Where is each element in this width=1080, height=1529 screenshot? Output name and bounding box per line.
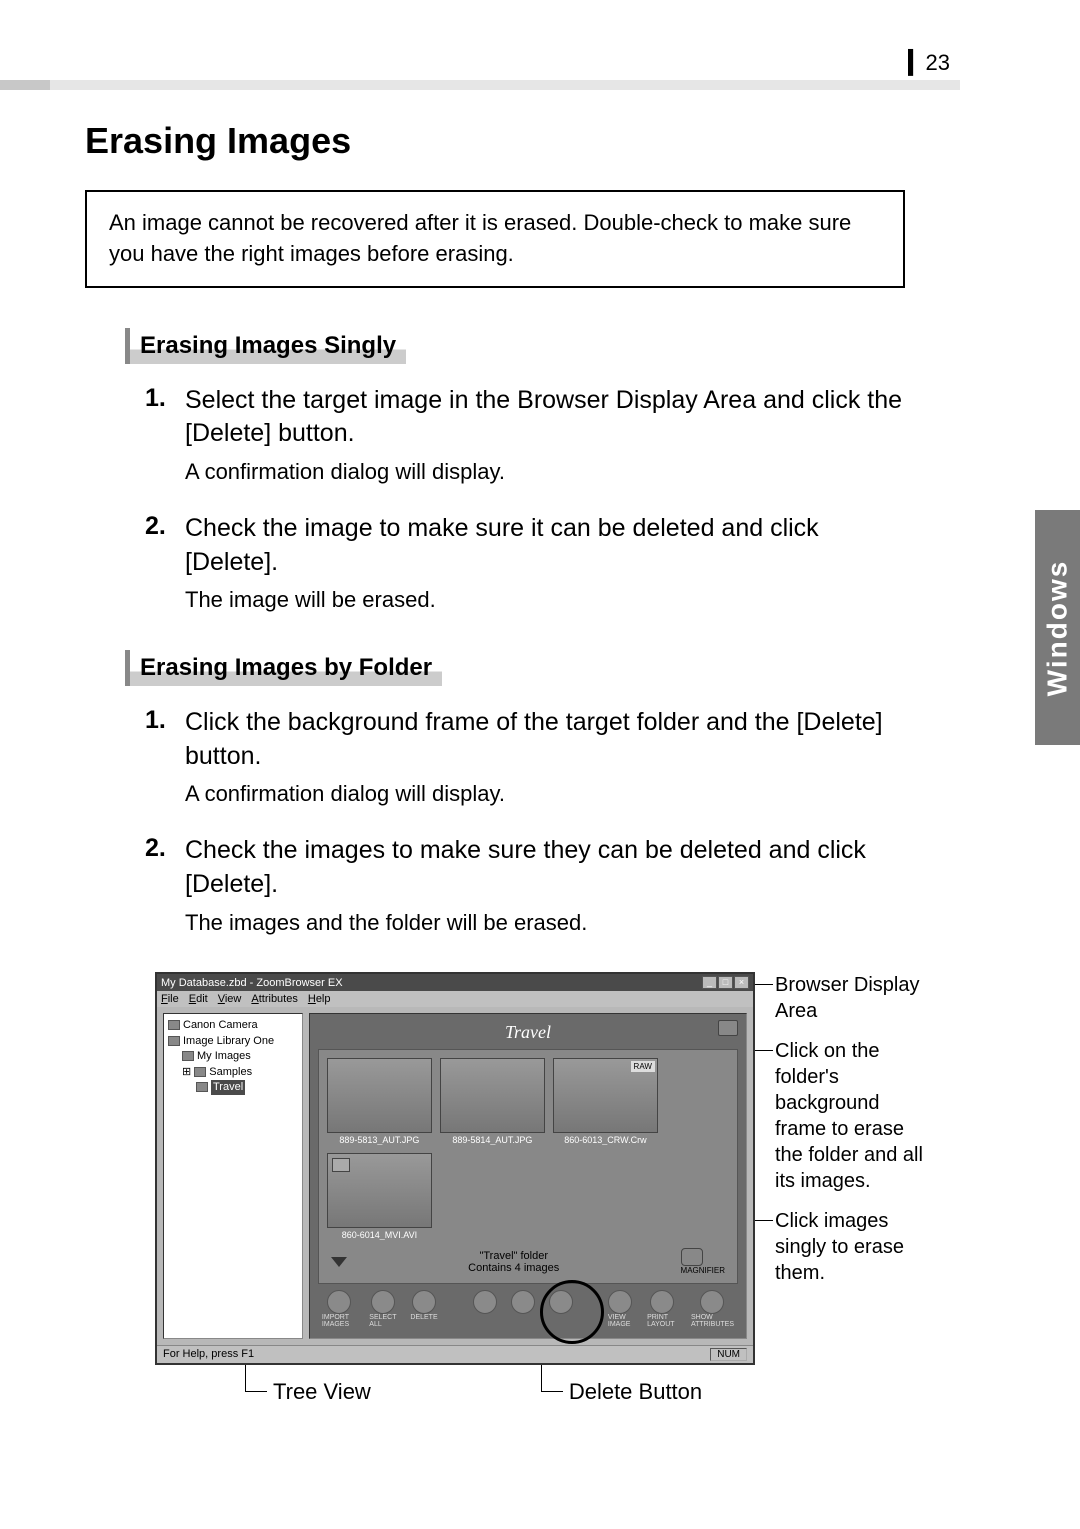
menu-help[interactable]: Help: [308, 993, 331, 1005]
tree-item[interactable]: My Images: [168, 1049, 298, 1064]
thumbnail-image: [327, 1058, 432, 1133]
folder-info-name: "Travel" folder: [468, 1250, 559, 1262]
magnifier-label: MAGNIFIER: [681, 1266, 725, 1275]
annotation-browser-area: Browser Display Area: [775, 972, 925, 1024]
nav-back-button[interactable]: [473, 1290, 497, 1314]
folder-title: Travel: [318, 1022, 738, 1043]
thumbnail[interactable]: 889-5813_AUT.JPG: [327, 1058, 432, 1145]
thumbnail-caption: 889-5814_AUT.JPG: [440, 1135, 545, 1145]
folder-up-icon[interactable]: [718, 1020, 738, 1036]
thumbnail[interactable]: 860-6014_MVI.AVI: [327, 1153, 432, 1240]
show-attributes-button[interactable]: SHOW ATTRIBUTES: [691, 1290, 734, 1328]
menu-edit[interactable]: Edit: [189, 993, 208, 1005]
dropdown-triangle-icon[interactable]: [331, 1257, 347, 1267]
page-number: ▎23: [909, 50, 950, 76]
subheading-folder: Erasing Images by Folder: [125, 650, 442, 686]
page-title: Erasing Images: [85, 120, 985, 162]
thumbnail[interactable]: 889-5814_AUT.JPG: [440, 1058, 545, 1145]
subheading-singly: Erasing Images Singly: [125, 328, 406, 364]
arrow-left-icon: [473, 1290, 497, 1314]
side-tab-windows: Windows: [1035, 510, 1080, 745]
thumbnail-image: RAW: [553, 1058, 658, 1133]
thumbnail-image: [440, 1058, 545, 1133]
menu-attributes[interactable]: Attributes: [251, 993, 297, 1005]
folder-icon: [194, 1067, 206, 1077]
menu-file[interactable]: File: [161, 993, 179, 1005]
step-number: 2.: [145, 512, 185, 615]
label-tree-view: Tree View: [245, 1379, 371, 1405]
titlebar: My Database.zbd - ZoomBrowser EX _ □ ×: [157, 974, 753, 991]
step-number: 1.: [145, 384, 185, 487]
video-icon: [332, 1158, 350, 1172]
step-text: Click the background frame of the target…: [185, 706, 905, 809]
home-icon: [511, 1290, 535, 1314]
arrow-right-icon: [549, 1290, 573, 1314]
close-button[interactable]: ×: [734, 976, 749, 989]
toolbar: IMPORT IMAGES SELECT ALL DELETE VIEW IMA…: [318, 1284, 738, 1330]
status-numlock: NUM: [710, 1348, 747, 1361]
menu-view[interactable]: View: [218, 993, 242, 1005]
status-bar: For Help, press F1 NUM: [157, 1345, 753, 1363]
folder-icon: [196, 1082, 208, 1092]
delete-button[interactable]: DELETE: [410, 1290, 437, 1321]
raw-badge: RAW: [631, 1061, 655, 1072]
view-image-button[interactable]: VIEW IMAGE: [608, 1290, 633, 1328]
window-title: My Database.zbd - ZoomBrowser EX: [161, 977, 343, 989]
tree-item[interactable]: Canon Camera: [168, 1018, 298, 1033]
thumbnail-caption: 860-6013_CRW.Crw: [553, 1135, 658, 1145]
minimize-button[interactable]: _: [702, 976, 717, 989]
nav-forward-button[interactable]: [549, 1290, 573, 1314]
menubar: File Edit View Attributes Help: [157, 991, 753, 1007]
app-window: My Database.zbd - ZoomBrowser EX _ □ × F…: [155, 972, 755, 1365]
tree-view[interactable]: Canon Camera Image Library One My Images…: [163, 1013, 303, 1339]
annotation-folder-bg: Click on the folder's background frame t…: [775, 1038, 925, 1194]
thumbnail-caption: 860-6014_MVI.AVI: [327, 1230, 432, 1240]
thumbnail-container[interactable]: 889-5813_AUT.JPG 889-5814_AUT.JPG RAW 86…: [318, 1049, 738, 1284]
status-help: For Help, press F1: [163, 1348, 254, 1361]
import-button[interactable]: IMPORT IMAGES: [322, 1290, 355, 1328]
select-all-icon: [371, 1290, 395, 1314]
step-text: Select the target image in the Browser D…: [185, 384, 905, 487]
tree-item[interactable]: ⊞ Samples: [168, 1065, 298, 1080]
step-number: 2.: [145, 834, 185, 937]
camera-icon: [168, 1020, 180, 1030]
thumbnail-caption: 889-5813_AUT.JPG: [327, 1135, 432, 1145]
step-number: 1.: [145, 706, 185, 809]
print-icon: [650, 1290, 674, 1314]
annotations: Browser Display Area Click on the folder…: [755, 972, 925, 1365]
print-layout-button[interactable]: PRINT LAYOUT: [647, 1290, 677, 1328]
label-delete-button: Delete Button: [541, 1379, 702, 1405]
browser-display-area[interactable]: Travel 889-5813_AUT.JPG 889-5814_AUT.JPG: [309, 1013, 747, 1339]
maximize-button[interactable]: □: [718, 976, 733, 989]
step-text: Check the image to make sure it can be d…: [185, 512, 905, 615]
thumbnail[interactable]: RAW 860-6013_CRW.Crw: [553, 1058, 658, 1145]
attributes-icon: [700, 1290, 724, 1314]
magnifier-icon[interactable]: [681, 1248, 703, 1266]
step-text: Check the images to make sure they can b…: [185, 834, 905, 937]
folder-icon: [182, 1051, 194, 1061]
header-rule-light: [50, 80, 960, 90]
header-rule-dark: [0, 80, 50, 90]
view-image-icon: [608, 1290, 632, 1314]
folder-icon: [168, 1036, 180, 1046]
folder-info-count: Contains 4 images: [468, 1262, 559, 1274]
tree-item[interactable]: Image Library One: [168, 1034, 298, 1049]
annotation-click-images: Click images singly to erase them.: [775, 1208, 925, 1286]
warning-box: An image cannot be recovered after it is…: [85, 190, 905, 288]
thumbnail-image: [327, 1153, 432, 1228]
tree-item-selected[interactable]: Travel: [168, 1080, 298, 1095]
delete-icon: [412, 1290, 436, 1314]
import-icon: [327, 1290, 351, 1314]
select-all-button[interactable]: SELECT ALL: [369, 1290, 396, 1328]
nav-home-button[interactable]: [511, 1290, 535, 1314]
